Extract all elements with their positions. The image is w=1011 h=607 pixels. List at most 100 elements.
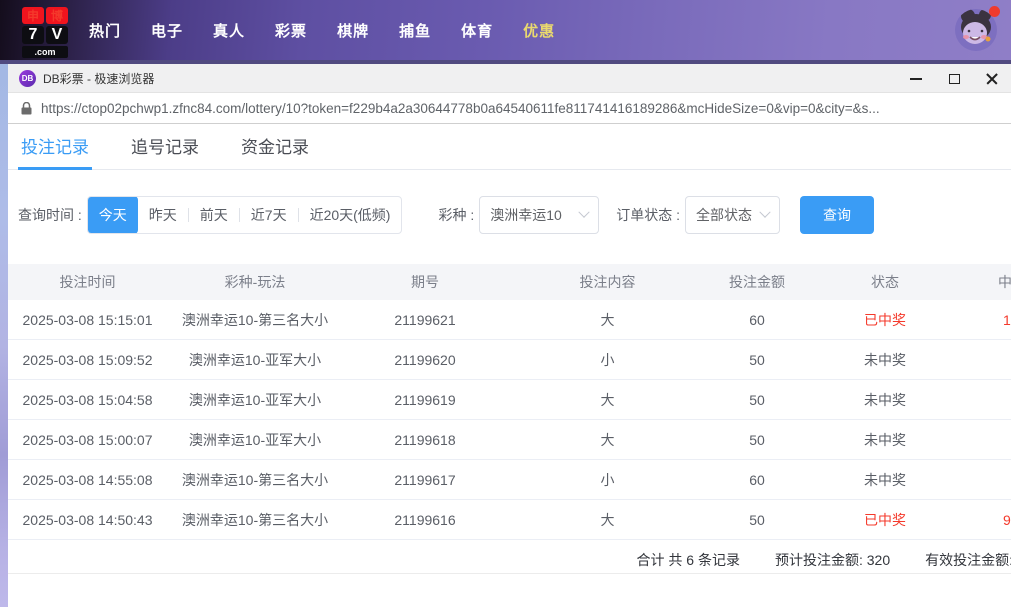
cell-issue: 21199620	[394, 351, 456, 368]
cell-bet-content: 大	[600, 511, 615, 528]
cell-issue: 21199617	[394, 471, 456, 488]
chevron-down-icon	[759, 206, 771, 218]
nav-item-sports[interactable]: 体育	[461, 20, 493, 41]
cell-bet-time: 2025-03-08 15:00:07	[22, 431, 153, 448]
header-bet-amount: 投注金额	[729, 274, 785, 290]
status-select-value: 全部状态	[696, 207, 753, 223]
maximize-icon	[948, 73, 960, 84]
logo-tile: 7	[22, 26, 44, 44]
user-avatar[interactable]	[955, 6, 1000, 51]
search-button[interactable]: 查询	[800, 196, 875, 234]
chevron-down-icon	[578, 206, 590, 218]
table-row: 2025-03-08 15:00:07 澳洲幸运10-亚军大小 21199618…	[0, 420, 1011, 460]
tab-funds-records[interactable]: 资金记录	[238, 124, 312, 170]
nav-item-live[interactable]: 真人	[213, 20, 245, 41]
logo-domain: .com	[22, 46, 68, 58]
cell-status: 未中奖	[864, 471, 906, 488]
time-option-day-before[interactable]: 前天	[189, 197, 239, 233]
time-filter-group: 今天 昨天 前天 近7天 近20天(低频)	[86, 196, 403, 234]
cell-bet-amount: 60	[749, 471, 765, 488]
lock-icon	[21, 101, 32, 114]
cell-bet-amount: 50	[749, 351, 765, 368]
cell-game-play: 澳洲幸运10-第三名大小	[181, 471, 329, 488]
header-bet-content: 投注内容	[579, 274, 636, 290]
cell-bet-content: 大	[600, 431, 615, 448]
minimize-icon	[910, 77, 922, 80]
cell-bet-time: 2025-03-08 15:09:52	[22, 351, 153, 368]
table-row: 2025-03-08 15:04:58 澳洲幸运10-亚军大小 21199619…	[0, 380, 1011, 420]
table-row: 2025-03-08 14:55:08 澳洲幸运10-第三名大小 2119961…	[0, 460, 1011, 500]
summary-expected-amount: 预计投注金额: 320	[774, 551, 891, 568]
logo-tile: V	[46, 26, 68, 44]
cell-status: 未中奖	[864, 351, 906, 368]
cell-issue: 21199619	[394, 391, 456, 408]
nav-item-lottery[interactable]: 彩票	[275, 20, 307, 41]
cell-bet-time: 2025-03-08 14:50:43	[22, 511, 153, 528]
cell-game-play: 澳洲幸运10-第三名大小	[181, 511, 329, 528]
nav-item-promos[interactable]: 优惠	[523, 20, 555, 41]
notification-dot	[989, 6, 1000, 17]
close-icon	[986, 73, 998, 85]
cell-issue: 21199621	[394, 311, 456, 328]
lottery-select[interactable]: 澳洲幸运10	[479, 196, 600, 234]
cell-bet-content: 小	[600, 471, 615, 488]
maximize-button[interactable]	[935, 64, 973, 93]
time-option-today[interactable]: 今天	[87, 197, 138, 233]
lottery-select-value: 澳洲幸运10	[490, 207, 562, 223]
close-button[interactable]	[973, 64, 1011, 93]
window-edge-strip	[0, 64, 8, 607]
table-row: 2025-03-08 14:50:43 澳洲幸运10-第三名大小 2119961…	[0, 500, 1011, 540]
table-header-row: 投注时间 彩种-玩法 期号 投注内容 投注金额 状态 中奖金额	[0, 264, 1011, 300]
cell-issue: 21199616	[394, 511, 456, 528]
time-option-last7days[interactable]: 近7天	[240, 197, 298, 233]
cell-bet-amount: 60	[749, 311, 765, 328]
cell-bet-content: 大	[600, 391, 615, 408]
nav-item-slots[interactable]: 电子	[151, 20, 183, 41]
lottery-select-label: 彩种 :	[438, 207, 475, 223]
header-issue: 期号	[411, 274, 439, 290]
top-banner: 申 博 7 V .com 热门 电子 真人 彩票 棋牌 捕鱼 体育 优惠	[0, 0, 1011, 60]
cell-issue: 21199618	[394, 431, 456, 448]
status-select-label: 订单状态 :	[616, 207, 681, 223]
address-bar[interactable]: https://ctop02pchwp1.zfnc84.com/lottery/…	[0, 93, 1011, 124]
record-tabs: 投注记录 追号记录 资金记录	[0, 124, 1011, 170]
table-row: 2025-03-08 15:15:01 澳洲幸运10-第三名大小 2119962…	[0, 300, 1011, 340]
tab-chase-records[interactable]: 追号记录	[128, 124, 202, 170]
main-nav: 热门 电子 真人 彩票 棋牌 捕鱼 体育 优惠	[89, 0, 555, 60]
cell-bet-time: 2025-03-08 15:04:58	[22, 391, 153, 408]
cell-bet-amount: 50	[749, 511, 765, 528]
summary-valid-amount: 有效投注金额:	[925, 551, 1011, 568]
cell-game-play: 澳洲幸运10-亚军大小	[188, 351, 322, 368]
cell-bet-content: 大	[600, 311, 615, 328]
cell-game-play: 澳洲幸运10-亚军大小	[188, 431, 322, 448]
cell-game-play: 澳洲幸运10-第三名大小	[181, 311, 329, 328]
cell-status: 未中奖	[864, 391, 906, 408]
brand-logo[interactable]: 申 博 7 V .com	[22, 7, 72, 58]
header-win-amount: 中奖金额	[998, 274, 1011, 290]
header-status: 状态	[871, 274, 899, 290]
cell-game-play: 澳洲幸运10-亚军大小	[188, 391, 322, 408]
browser-titlebar[interactable]: DB DB彩票 - 极速浏览器	[0, 64, 1011, 93]
summary-total-count: 合计 共 6 条记录	[636, 551, 740, 568]
minimize-button[interactable]	[897, 64, 935, 93]
summary-bar: 合计 共 6 条记录 预计投注金额: 320 有效投注金额:	[0, 546, 1011, 574]
logo-tile: 申	[22, 7, 44, 24]
header-bet-time: 投注时间	[59, 274, 116, 290]
bet-records-table: 投注时间 彩种-玩法 期号 投注内容 投注金额 状态 中奖金额 2025-03-…	[0, 264, 1011, 540]
nav-item-fishing[interactable]: 捕鱼	[399, 20, 431, 41]
cell-win-amount: 1	[1003, 311, 1011, 328]
time-option-yesterday[interactable]: 昨天	[138, 197, 188, 233]
browser-window: 申 博 7 V .com 热门 电子 真人 彩票 棋牌 捕鱼 体育 优惠 DB …	[0, 0, 1011, 607]
nav-item-hot[interactable]: 热门	[89, 20, 121, 41]
nav-item-cards[interactable]: 棋牌	[337, 20, 369, 41]
cell-bet-amount: 50	[749, 431, 765, 448]
table-row: 2025-03-08 15:09:52 澳洲幸运10-亚军大小 21199620…	[0, 340, 1011, 380]
cell-bet-amount: 50	[749, 391, 765, 408]
cell-status: 未中奖	[864, 431, 906, 448]
header-game-play: 彩种-玩法	[224, 274, 286, 290]
url-text: https://ctop02pchwp1.zfnc84.com/lottery/…	[41, 100, 880, 116]
browser-favicon: DB	[19, 69, 36, 87]
tab-betting-records[interactable]: 投注记录	[18, 124, 92, 170]
status-select[interactable]: 全部状态	[685, 196, 781, 234]
time-option-last20days[interactable]: 近20天(低频)	[299, 197, 402, 233]
